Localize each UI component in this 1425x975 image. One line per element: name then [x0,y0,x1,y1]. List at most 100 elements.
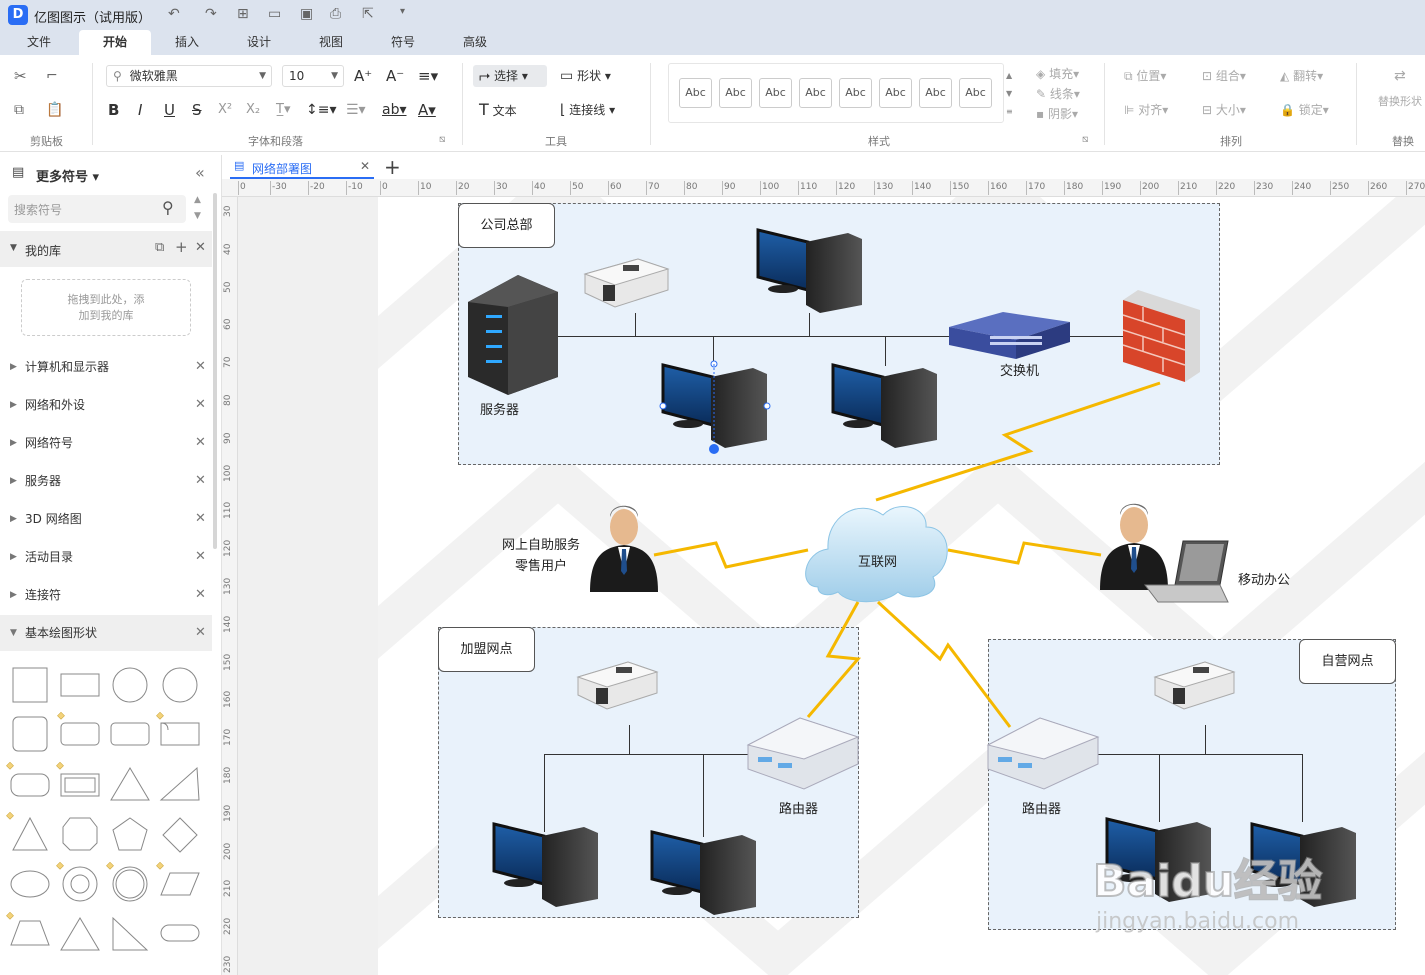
close-icon[interactable]: ✕ [195,577,206,613]
own-router-label[interactable]: 路由器 [1022,798,1061,817]
category-servers[interactable]: ▶ 服务器 ✕ [0,463,212,499]
symbol-search-box[interactable]: 搜索符号 ⚲ [8,195,186,223]
dialog-launcher-icon[interactable]: ⧅ [1082,129,1088,151]
line-button[interactable]: ✎ 线条▾ [1036,83,1080,105]
desktop-computer-icon[interactable] [492,822,598,907]
bullet-list-icon[interactable]: ☰▾ [346,99,366,121]
category-active-directory[interactable]: ▶ 活动目录 ✕ [0,539,212,575]
style-preset[interactable]: Abc [959,78,992,108]
search-input[interactable]: 搜索符号 [14,201,62,218]
rounded-square-shape[interactable] [12,716,48,752]
desktop-computer-icon[interactable] [831,363,937,448]
customize-chevron-icon[interactable]: ▾ [400,6,405,17]
fill-button[interactable]: ◈ 填充▾ [1036,63,1079,85]
superscript-icon[interactable]: X² [218,99,232,121]
person-with-laptop-icon[interactable] [1100,503,1229,603]
tab-design[interactable]: 设计 [223,30,295,55]
collapse-panel-icon[interactable]: « [195,163,205,182]
flip-button[interactable]: ◭ 翻转▾ [1280,65,1323,87]
close-icon[interactable]: ✕ [195,501,206,537]
close-tab-icon[interactable]: ✕ [360,159,370,173]
open-folder-icon[interactable]: ▭ [268,6,281,22]
octagon-shape[interactable] [62,817,98,851]
search-icon[interactable]: ⚲ [162,198,174,217]
style-preset[interactable]: Abc [879,78,912,108]
style-preset[interactable]: Abc [799,78,832,108]
desktop-computer-icon[interactable] [650,830,756,915]
subscript-icon[interactable]: X₂ [246,99,260,121]
save-icon[interactable]: ▣ [300,6,313,22]
connector-tool-button[interactable]: ⌊ 连接线 ▾ [560,99,615,121]
print-icon[interactable]: ⎙ [330,6,341,22]
my-library-header[interactable]: ▼ 我的库 ⧉ + ✕ [0,231,212,267]
replace-shape-icon[interactable]: ⇄ [1394,65,1406,87]
style-preset[interactable]: Abc [719,78,752,108]
strikethrough-icon[interactable]: S [192,99,202,121]
line-spacing-icon[interactable]: ↕≡▾ [306,99,337,121]
position-button[interactable]: ⧉ 位置▾ [1124,65,1166,87]
snip-rectangle-shape[interactable] [160,722,200,746]
underline-icon[interactable]: U [164,99,175,121]
triangle-shape[interactable] [60,917,100,951]
italic-icon[interactable]: I [138,99,142,121]
desktop-computer-icon[interactable] [661,363,767,448]
category-network-peripherals[interactable]: ▶ 网络和外设 ✕ [0,387,212,423]
font-name-select[interactable]: ⚲ 微软雅黑 ▼ [106,65,272,87]
triangle-shape[interactable] [110,767,150,801]
font-color-icon[interactable]: ab▾ [382,99,407,121]
parallelogram-shape[interactable] [160,872,200,896]
style-preset[interactable]: Abc [919,78,952,108]
import-icon[interactable]: ⧉ [155,240,164,255]
close-icon[interactable]: ✕ [195,387,206,423]
right-triangle-shape[interactable] [159,766,200,801]
font-size-select[interactable]: 10 ▼ [282,65,344,87]
router-icon[interactable] [986,717,1100,790]
align-button[interactable]: ⊫ 对齐▾ [1124,99,1168,121]
text-tool-button[interactable]: T 文本 [479,99,517,121]
rounded-rectangle-shape[interactable] [60,722,100,746]
add-tab-icon[interactable]: + [384,155,401,179]
tab-symbols[interactable]: 符号 [367,30,439,55]
square-shape[interactable] [12,667,48,703]
switch-label[interactable]: 交换机 [1000,360,1039,379]
more-symbols-button[interactable]: 更多符号 ▾ [36,166,99,185]
person-icon[interactable] [590,505,658,592]
replace-shape-button[interactable]: 替换形状 [1378,91,1422,113]
printer-icon[interactable] [576,661,659,710]
close-icon[interactable]: ✕ [195,240,206,255]
franchise-router-label[interactable]: 路由器 [779,798,818,817]
close-icon[interactable]: ✕ [195,539,206,575]
tab-advanced[interactable]: 高级 [439,30,511,55]
document-tab[interactable]: ▤ 网络部署图 ✕ [230,155,374,179]
cut-icon[interactable]: ✂ [14,65,27,87]
rounded-rectangle-shape[interactable] [110,722,150,746]
server-icon[interactable] [468,275,558,395]
panel-scrollbar[interactable] [213,193,217,549]
shape-tool-button[interactable]: ▭ 形状 ▾ [560,65,611,87]
style-preset[interactable]: Abc [679,78,712,108]
triangle-shape[interactable] [12,816,48,851]
scroll-up-icon[interactable]: ▲ [194,195,201,205]
category-network-symbols[interactable]: ▶ 网络符号 ✕ [0,425,212,461]
desktop-computer-icon[interactable] [756,228,862,313]
rectangle-shape[interactable] [60,673,100,697]
increase-font-icon[interactable]: A⁺ [354,65,372,87]
text-color-icon[interactable]: A▾ [418,99,436,121]
add-icon[interactable]: + [175,238,188,256]
category-basic-shapes[interactable]: ▼ 基本绘图形状 ✕ [0,615,212,651]
trapezoid-shape[interactable] [10,920,50,946]
printer-icon[interactable] [1153,661,1236,710]
select-tool-button[interactable]: ⮣ 选择 ▾ [473,65,547,87]
firewall-icon[interactable] [1122,290,1200,382]
category-3d-network[interactable]: ▶ 3D 网络图 ✕ [0,501,212,537]
switch-icon[interactable] [949,312,1070,359]
text-case-icon[interactable]: T̲▾ [276,99,290,121]
my-library-drop-zone[interactable]: 拖拽到此处，添 加到我的库 [21,279,191,336]
new-icon[interactable]: ⊞ [237,6,249,22]
tab-insert[interactable]: 插入 [151,30,223,55]
decrease-font-icon[interactable]: A⁻ [386,65,404,87]
scroll-down-icon[interactable]: ▼ [194,211,201,221]
gallery-expand-icon[interactable]: ≡ [1006,101,1013,123]
export-icon[interactable]: ⇱ [362,6,374,22]
dialog-launcher-icon[interactable]: ⧅ [439,129,445,151]
